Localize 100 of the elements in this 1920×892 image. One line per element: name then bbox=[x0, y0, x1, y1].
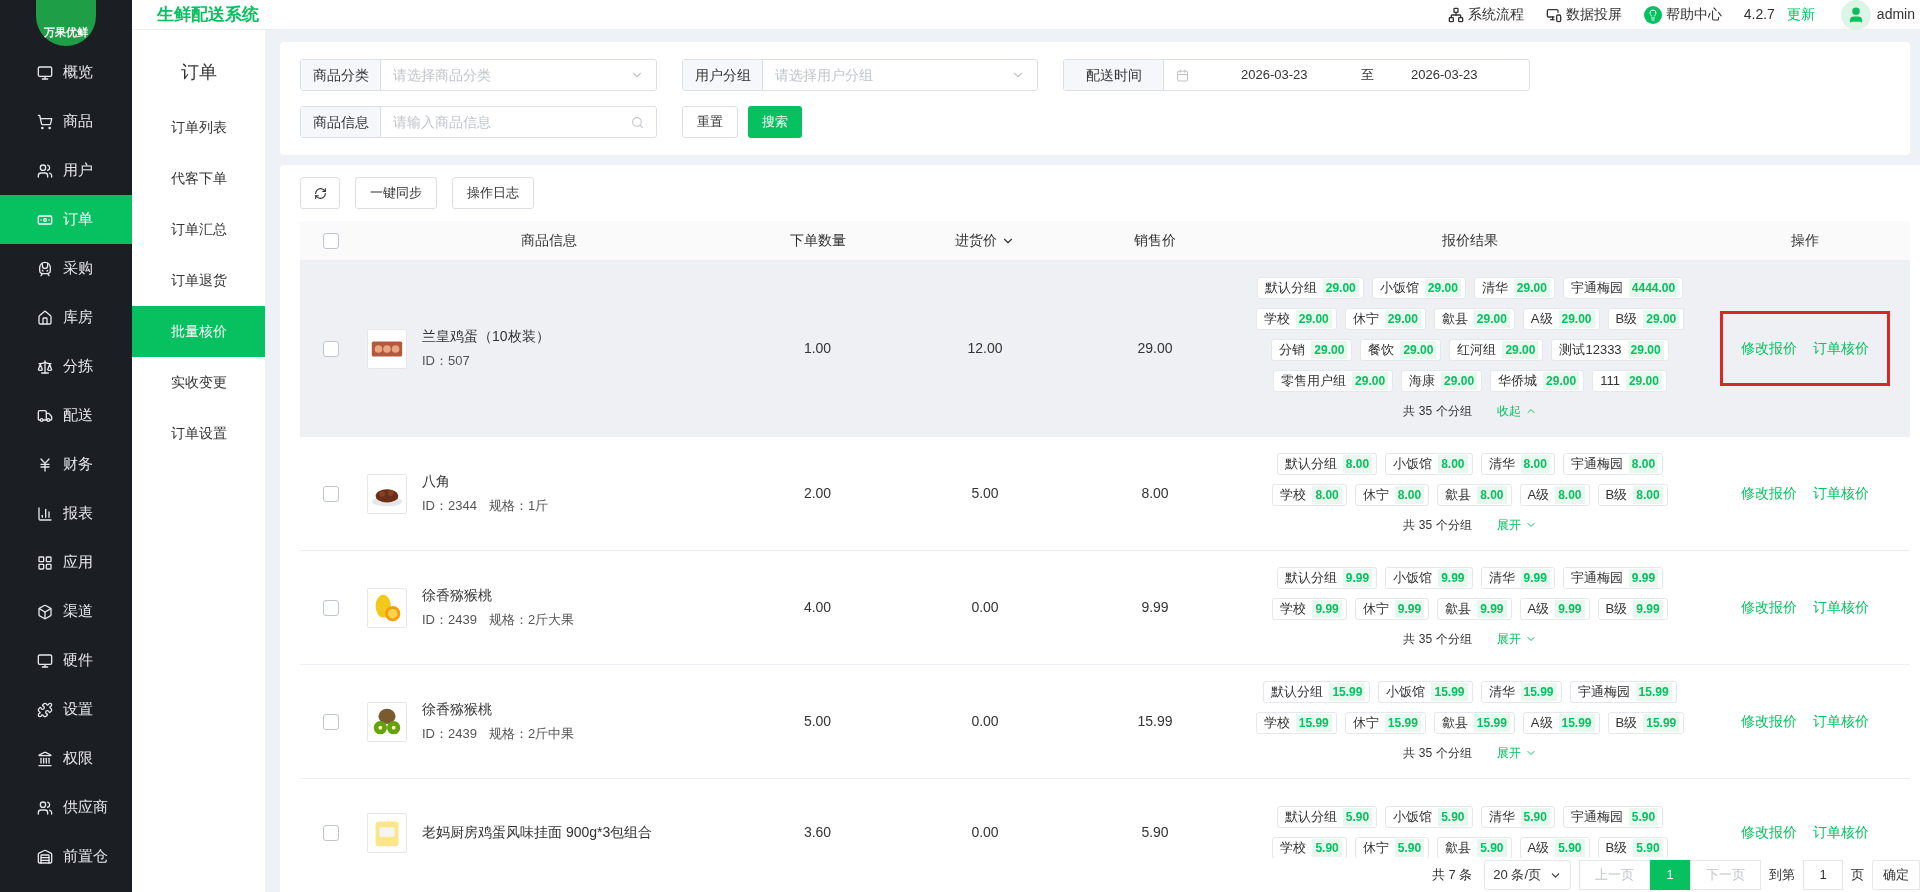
subnav-title: 订单 bbox=[179, 60, 218, 84]
table-cell-text: 15.99 bbox=[1137, 712, 1173, 731]
screen-icon bbox=[1545, 6, 1562, 23]
monitor-icon bbox=[37, 652, 53, 669]
table-cell-text: 5.00 bbox=[803, 712, 832, 731]
refresh-button[interactable] bbox=[300, 177, 340, 209]
table-cell-text: 5.00 bbox=[971, 484, 999, 503]
subnav-item[interactable]: 订单设置 bbox=[132, 408, 265, 459]
sidebar-item[interactable]: 供应商 bbox=[0, 783, 132, 832]
price-tag: 餐饮 29.00 bbox=[1360, 339, 1442, 361]
page-size-select[interactable]: 20 条/页 bbox=[1484, 860, 1571, 890]
app-title: 生鲜配送系统 bbox=[157, 3, 259, 26]
table-cell-text: 1.00 bbox=[803, 339, 832, 358]
header-link[interactable]: 帮助中心 bbox=[1643, 4, 1722, 25]
price-tag: B级 5.90 bbox=[1597, 837, 1668, 858]
checkbox[interactable] bbox=[323, 599, 339, 616]
price-tag: 小饭馆 5.90 bbox=[1385, 806, 1473, 828]
sidebar-item[interactable]: 概览 bbox=[0, 48, 132, 97]
price-tag: 歙县 29.00 bbox=[1433, 308, 1515, 330]
sidebar-item[interactable]: 商品 bbox=[0, 97, 132, 146]
price-tag: 宇通梅园 4444.00 bbox=[1562, 277, 1684, 299]
header-link[interactable]: 数据投屏 bbox=[1545, 4, 1622, 25]
sidebar-item[interactable]: 采购 bbox=[0, 244, 132, 293]
subnav-item[interactable]: 实收变更 bbox=[132, 357, 265, 408]
price-tag: 小饭馆 8.00 bbox=[1385, 453, 1473, 475]
price-tag: 清华 5.90 bbox=[1480, 806, 1555, 828]
sidebar-item[interactable]: 报表 bbox=[0, 489, 132, 538]
users-icon bbox=[37, 799, 53, 816]
price-tag: 零售用户组 29.00 bbox=[1273, 370, 1394, 392]
truck-icon bbox=[37, 407, 53, 424]
checkbox[interactable] bbox=[323, 713, 339, 730]
sidebar-item[interactable]: 财务 bbox=[0, 440, 132, 489]
lightbulb-icon bbox=[1643, 5, 1662, 24]
product-name: 徐香猕猴桃 bbox=[422, 586, 493, 606]
sidebar-item[interactable]: 用户 bbox=[0, 146, 132, 195]
subnav-item[interactable]: 订单列表 bbox=[132, 102, 265, 153]
price-tag: 海康 29.00 bbox=[1401, 370, 1483, 392]
monitor-icon bbox=[37, 64, 53, 81]
yen-icon bbox=[37, 456, 53, 473]
checkbox[interactable] bbox=[323, 340, 339, 357]
price-tag: 休宁 15.99 bbox=[1344, 712, 1426, 734]
price-tag: A级 9.99 bbox=[1519, 598, 1590, 620]
sidebar-item[interactable]: 应用 bbox=[0, 538, 132, 587]
product-spec: 规格：2斤大果 bbox=[488, 611, 575, 630]
goto-label: 到第 bbox=[1769, 866, 1795, 885]
cart-icon bbox=[37, 113, 53, 130]
page-input[interactable]: 1 bbox=[1803, 860, 1843, 890]
sidebar-item[interactable]: 渠道 bbox=[0, 587, 132, 636]
confirm-button[interactable]: 确定 bbox=[1872, 860, 1920, 890]
price-tag: 111 29.00 bbox=[1592, 370, 1667, 392]
product-id: ID：507 bbox=[422, 352, 470, 371]
sidebar-item[interactable]: 硬件 bbox=[0, 636, 132, 685]
price-tag: 分销 29.00 bbox=[1271, 339, 1353, 361]
subnav-item[interactable]: 代客下单 bbox=[132, 153, 265, 204]
price-tag: B级 9.99 bbox=[1597, 598, 1668, 620]
group-count: 共 35 个分组 bbox=[1403, 517, 1472, 534]
price-tag: 宇通梅园 8.00 bbox=[1562, 453, 1664, 475]
sidebar-item[interactable]: 配送 bbox=[0, 391, 132, 440]
price-tag: 歙县 8.00 bbox=[1437, 484, 1512, 506]
group-count: 共 35 个分组 bbox=[1403, 631, 1472, 648]
table-cell-text: 12.00 bbox=[967, 339, 1003, 358]
sidebar-item[interactable]: 前置仓 bbox=[0, 832, 132, 881]
price-tag: B级 15.99 bbox=[1607, 712, 1685, 734]
price-tag: 宇通梅园 5.90 bbox=[1562, 806, 1664, 828]
sidebar-item[interactable]: 库房 bbox=[0, 293, 132, 342]
checkbox[interactable] bbox=[323, 232, 339, 249]
column-header[interactable]: 进货价 bbox=[955, 230, 1015, 251]
table-cell-text: 9.99 bbox=[1141, 598, 1169, 617]
logo: 万果优鲜 bbox=[36, 0, 96, 46]
avatar-icon bbox=[1840, 0, 1871, 30]
sidebar-item[interactable]: 权限 bbox=[0, 734, 132, 783]
reset-button[interactable]: 重置 bbox=[682, 106, 738, 138]
sidebar-item[interactable]: 分拣 bbox=[0, 342, 132, 391]
price-tag: 默认分组 5.90 bbox=[1276, 806, 1378, 828]
toolbar-button[interactable]: 操作日志 bbox=[452, 177, 534, 209]
toolbar-button[interactable]: 一键同步 bbox=[355, 177, 437, 209]
header-link[interactable]: 系统流程 bbox=[1447, 4, 1524, 25]
price-tag: 清华 29.00 bbox=[1473, 277, 1555, 299]
version-text: 4.2.7 bbox=[1743, 5, 1775, 24]
network-icon bbox=[1447, 6, 1464, 23]
price-tag: 小饭馆 9.99 bbox=[1385, 567, 1473, 589]
price-tag: A级 5.90 bbox=[1519, 837, 1590, 858]
subnav-item[interactable]: 订单退货 bbox=[132, 255, 265, 306]
price-tag: 学校 9.99 bbox=[1272, 598, 1347, 620]
product-name: 八角 bbox=[422, 472, 451, 492]
page-suffix: 页 bbox=[1851, 866, 1864, 885]
price-tag: A级 29.00 bbox=[1522, 308, 1600, 330]
box-icon bbox=[37, 603, 53, 620]
sidebar-item[interactable]: 设置 bbox=[0, 685, 132, 734]
column-header: 销售价 bbox=[1134, 231, 1176, 250]
users-icon bbox=[37, 162, 53, 179]
checkbox[interactable] bbox=[323, 485, 339, 502]
table-cell-text: 29.00 bbox=[1137, 339, 1173, 358]
price-tag: 休宁 8.00 bbox=[1354, 484, 1430, 506]
price-tag: A级 8.00 bbox=[1519, 484, 1590, 506]
table-cell-text: 0.00 bbox=[971, 598, 999, 617]
checkbox[interactable] bbox=[323, 824, 339, 841]
product-id: ID：2439 bbox=[422, 725, 477, 744]
bar-chart-icon bbox=[37, 505, 53, 522]
subnav-item[interactable]: 订单汇总 bbox=[132, 204, 265, 255]
